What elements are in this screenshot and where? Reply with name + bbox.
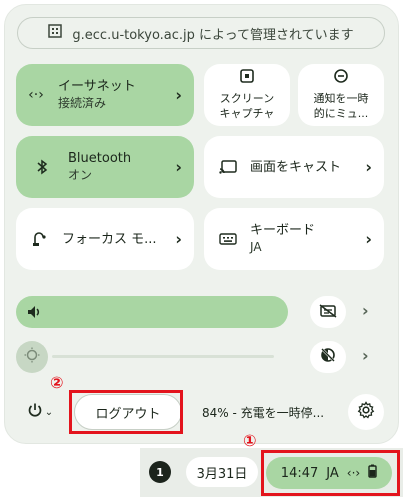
screen-capture-icon [240,69,254,87]
bluetooth-icon [32,157,52,177]
ethernet-label: イーサネット [58,79,136,94]
volume-icon[interactable] [24,302,44,322]
notification-counter[interactable]: 1 [149,461,171,483]
chevron-right-icon[interactable]: › [362,301,369,320]
volume-slider[interactable] [16,296,288,328]
ethernet-tile[interactable]: ‹·› イーサネット 接続済み › [16,64,194,126]
screen-capture-label-1: スクリーン [219,92,275,105]
managed-notice-text: g.ecc.u-tokyo.ac.jp によって管理されています [72,27,354,43]
do-not-disturb-tile[interactable]: 通知を一時 的にミュ... [298,64,384,126]
night-light-off-icon [320,347,336,367]
ethernet-icon: ‹·› [28,87,44,103]
power-menu-button[interactable]: ⌄ [16,394,64,430]
do-not-disturb-label-2: 的にミュ... [313,107,369,120]
managed-device-notice[interactable]: g.ecc.u-tokyo.ac.jp によって管理されています [17,17,385,49]
captions-off-icon [319,303,337,322]
chevron-right-icon[interactable]: › [362,346,369,365]
screen-capture-label-2: キャプチャ [219,107,275,120]
audio-output-button[interactable] [310,296,346,328]
keyboard-label: キーボード [250,223,316,238]
power-icon [27,402,43,422]
do-not-disturb-icon [334,69,348,87]
battery-status[interactable]: 84% - 充電を一時停... [202,404,324,421]
screen-capture-tile[interactable]: スクリーン キャプチャ [204,64,290,126]
keyboard-layout: JA [250,240,262,254]
night-light-button[interactable] [310,341,346,373]
bluetooth-label: Bluetooth [68,151,132,166]
focus-mode-label: フォーカス モ... [62,231,157,247]
brightness-icon [24,347,40,367]
chevron-down-icon: ⌄ [44,406,54,418]
highlight-logout [69,390,183,434]
keyboard-icon [218,229,238,249]
chevron-right-icon: › [365,229,372,249]
annotation-marker-2: ② [50,373,64,392]
chevron-right-icon: › [175,85,182,105]
gear-icon [357,401,375,423]
focus-mode-icon [30,229,50,249]
cast-tile[interactable]: 画面をキャスト › [204,136,384,198]
settings-button[interactable] [348,394,384,430]
do-not-disturb-label-1: 通知を一時 [313,92,369,105]
cast-label: 画面をキャスト [250,159,342,175]
building-icon [48,24,63,42]
bluetooth-status: オン [68,168,93,182]
highlight-system-tray [261,450,400,496]
bluetooth-tile[interactable]: Bluetooth オン › [16,136,194,198]
chevron-right-icon: › [175,157,182,177]
brightness-slider-thumb[interactable] [16,341,48,373]
keyboard-tile[interactable]: キーボード JA › [204,208,384,270]
focus-mode-tile[interactable]: フォーカス モ... › [16,208,194,270]
cast-icon [218,157,238,177]
ethernet-status: 接続済み [58,96,107,110]
date-tray[interactable]: 3月31日 [186,457,258,487]
chevron-right-icon: › [175,229,182,249]
chevron-right-icon: › [365,157,372,177]
annotation-marker-1: ① [243,431,257,450]
brightness-slider-track[interactable] [52,355,274,358]
